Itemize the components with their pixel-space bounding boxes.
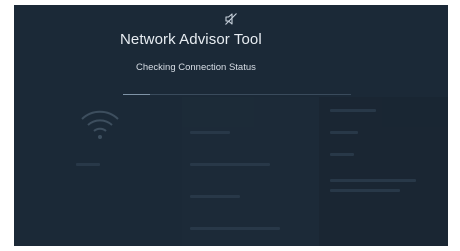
- progress-bar: [123, 94, 351, 95]
- background-line: [190, 195, 240, 198]
- background-line: [330, 179, 416, 182]
- background-line: [330, 109, 376, 112]
- background-line: [330, 131, 358, 134]
- tv-screen: Network Advisor Tool Checking Connection…: [14, 5, 448, 246]
- background-settings-panel: [182, 97, 319, 246]
- app-title: Network Advisor Tool: [120, 31, 262, 48]
- background-line: [76, 163, 100, 166]
- background-line: [190, 131, 230, 134]
- background-line: [330, 153, 354, 156]
- connection-status-text: Checking Connection Status: [136, 62, 256, 73]
- wifi-icon: [81, 110, 119, 139]
- progress-bar-fill: [123, 94, 151, 95]
- background-info-sidebar: [319, 97, 448, 246]
- speaker-muted-icon: [225, 13, 237, 25]
- background-line: [330, 189, 400, 192]
- background-line: [190, 227, 280, 230]
- background-line: [190, 163, 270, 166]
